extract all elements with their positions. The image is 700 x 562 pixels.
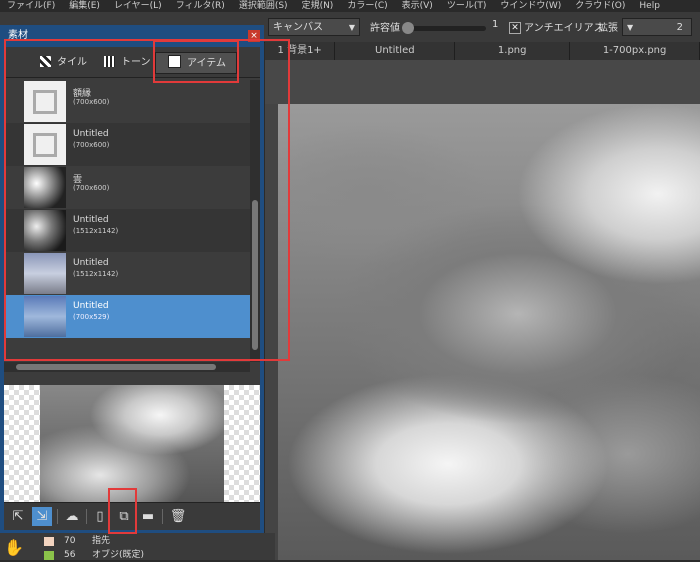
doc-tab[interactable]: 1-700px.png — [570, 42, 700, 60]
canvas-image[interactable] — [278, 104, 700, 560]
menu-window[interactable]: ウインドウ(W) — [493, 0, 568, 12]
layer-number: 70 — [64, 536, 76, 546]
paste-to-canvas-icon[interactable]: ⇱ — [8, 507, 28, 526]
layer-number: 56 — [64, 550, 76, 560]
layer-color-swatch — [44, 537, 54, 546]
expand-label: 拡張 — [598, 23, 618, 34]
menu-view[interactable]: 表示(V) — [395, 0, 440, 12]
target-dropdown-value: キャンバス — [273, 22, 323, 33]
menu-tool[interactable]: ツール(T) — [440, 0, 494, 12]
annotation-highlight — [153, 40, 239, 83]
menu-color[interactable]: カラー(C) — [340, 0, 394, 12]
chevron-down-icon: ▼ — [348, 23, 355, 32]
new-item-icon[interactable]: ▯ — [90, 507, 110, 526]
slider-knob[interactable] — [402, 22, 414, 34]
preview-image — [40, 385, 224, 502]
hand-tool-icon[interactable]: ✋ — [4, 538, 24, 558]
item-preview — [4, 379, 260, 502]
annotation-highlight — [108, 488, 137, 534]
menu-cloud[interactable]: クラウド(O) — [568, 0, 632, 12]
cloud-upload-icon[interactable]: ☁ — [62, 507, 82, 526]
doc-tab[interactable]: Untitled — [335, 42, 456, 60]
scrollbar-thumb[interactable] — [16, 364, 216, 370]
annotation-highlight — [4, 39, 290, 361]
layer-name: オブジ(既定) — [92, 550, 145, 560]
horizontal-scrollbar[interactable] — [4, 362, 250, 372]
chevron-down-icon: ▼ — [627, 23, 634, 32]
trash-icon[interactable]: 🗑 — [168, 507, 188, 526]
menu-help[interactable]: Help — [632, 0, 667, 12]
tolerance-value: 1 — [492, 19, 499, 30]
menu-ruler[interactable]: 定規(N) — [295, 0, 341, 12]
antialias-checkbox[interactable]: ✕ — [509, 22, 521, 34]
target-dropdown[interactable]: キャンバス ▼ — [268, 18, 360, 36]
doc-tab[interactable]: 1.png — [455, 42, 571, 60]
expand-dropdown[interactable]: ▼ 2 — [622, 18, 692, 36]
menu-select[interactable]: 選択範囲(S) — [232, 0, 295, 12]
document-tabs: 1 背景1+ Untitled 1.png 1-700px.png — [265, 42, 700, 61]
layer-row[interactable]: 70 指先 — [44, 535, 274, 548]
menu-layer[interactable]: レイヤー(L) — [107, 0, 169, 12]
separator — [57, 509, 58, 524]
layer-color-swatch — [44, 551, 54, 560]
layer-name: 指先 — [92, 536, 111, 546]
separator — [86, 509, 87, 524]
tolerance-label: 許容値 — [370, 23, 400, 34]
menu-bar: ファイル(F) 編集(E) レイヤー(L) フィルタ(R) 選択範囲(S) 定規… — [0, 0, 700, 12]
menu-edit[interactable]: 編集(E) — [62, 0, 107, 12]
antialias-label: アンチエイリアス — [524, 23, 604, 34]
paste-as-layer-icon[interactable]: ⇲ — [32, 507, 52, 526]
expand-value: 2 — [676, 22, 683, 33]
menu-file[interactable]: ファイル(F) — [0, 0, 62, 12]
canvas-margin — [265, 60, 700, 104]
tolerance-slider[interactable] — [402, 22, 486, 34]
menu-filter[interactable]: フィルタ(R) — [169, 0, 232, 12]
layer-panel: 70 指先 56 オブジ(既定) — [0, 533, 275, 560]
separator — [162, 509, 163, 524]
layer-row[interactable]: 56 オブジ(既定) — [44, 549, 274, 562]
folder-icon[interactable]: ▬ — [138, 507, 158, 526]
